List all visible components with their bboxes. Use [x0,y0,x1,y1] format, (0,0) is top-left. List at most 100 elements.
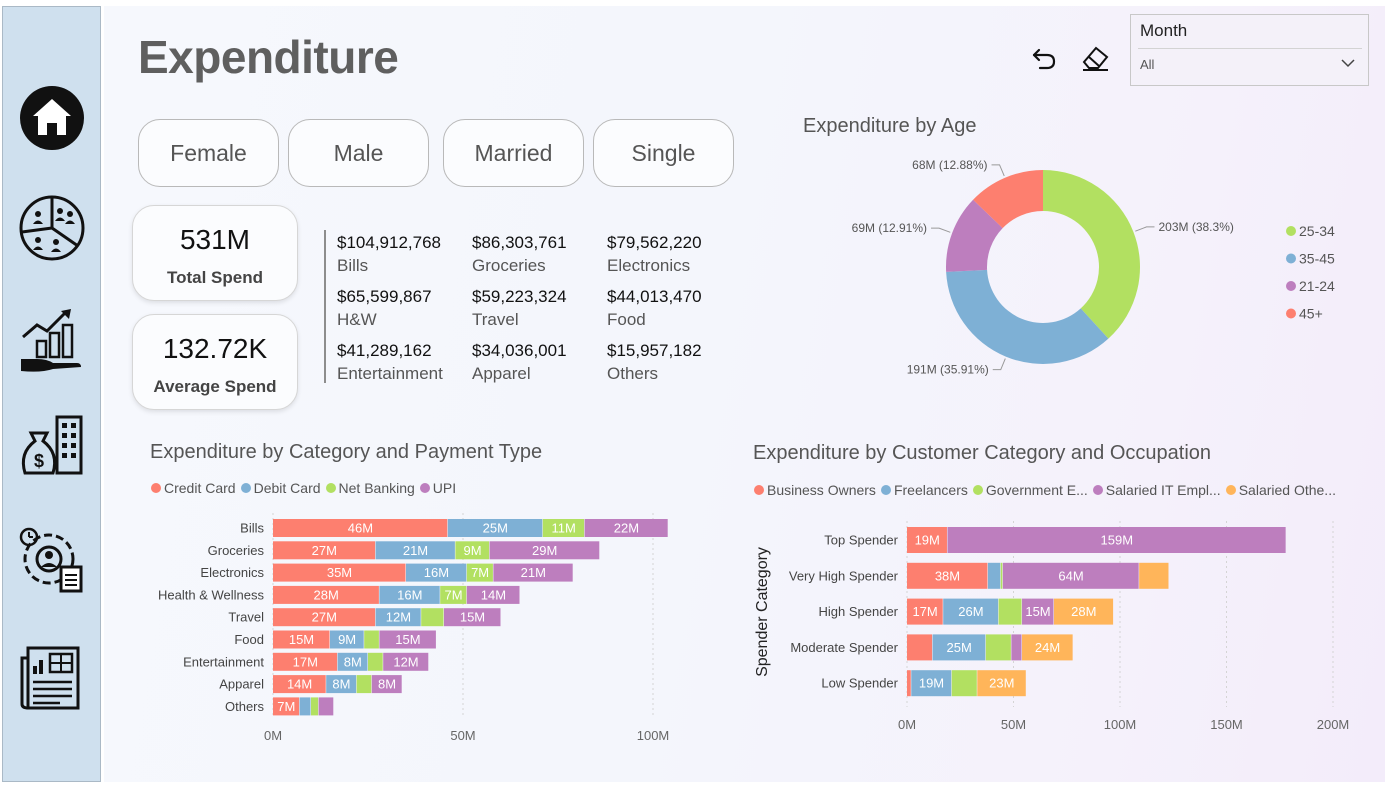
nav-settings-report[interactable] [17,525,87,595]
category-amount: $34,036,001 [472,341,567,360]
bar-segment [907,670,911,697]
chevron-down-icon [1341,59,1355,68]
y-tick-label: Groceries [208,543,265,558]
occupation-chart-legend: Business Owners Freelancers Government E..… [754,482,1341,498]
total-spend-card: 531M Total Spend [132,205,298,301]
month-dropdown-value: All [1140,57,1155,72]
y-axis-title: Spender Category [754,547,771,677]
occupation-bar-chart: 0M 50M 100M 150M 200M Top Spender 19M 159M Very … [754,521,1349,732]
bar-segment [1139,562,1169,589]
legend-item[interactable]: Debit Card [240,480,321,496]
average-spend-card: 132.72K Average Spend [132,314,298,410]
bar-data-label: 22M [614,521,639,536]
legend-item[interactable]: Business Owners [754,482,876,498]
bar-data-label: 15M [460,610,485,625]
month-dropdown[interactable]: All [1138,48,1362,78]
bar-data-label: 27M [312,543,337,558]
bar-data-label: 8M [344,654,362,669]
category-name: Entertainment [337,364,443,383]
legend-item[interactable]: Salaried Othe... [1225,482,1336,498]
category-amount: $59,223,324 [472,287,567,306]
legend-item[interactable]: UPI [419,480,456,496]
category-travel: $59,223,324 Travel [472,286,602,332]
y-tick-label: Food [234,632,264,647]
bar-data-label: 25M [947,640,972,655]
filter-single-button[interactable]: Single [593,119,734,187]
legend-label: Salaried Othe... [1238,482,1336,498]
bar-segment [987,562,1001,589]
x-tick-label: 150M [1210,717,1243,732]
nav-finance[interactable]: $ [17,413,87,483]
undo-button[interactable] [1028,42,1060,74]
legend-label: Government E... [985,482,1088,498]
legend-label: Business Owners [767,482,876,498]
category-name: H&W [337,310,377,329]
bar-data-label: 14M [481,587,506,602]
donut-data-label: 68M (12.88%) [912,158,987,172]
bar-data-label: 64M [1058,568,1083,583]
category-name: Groceries [472,256,546,275]
bar-segment [1000,562,1003,589]
legend-item[interactable]: Credit Card [151,480,236,496]
filter-female-button[interactable]: Female [138,119,279,187]
legend-label: 45+ [1299,306,1323,322]
legend-marker [880,485,891,495]
x-tick-label: 0M [898,717,916,732]
donut-data-label: 69M (12.91%) [852,221,927,235]
legend-label: Freelancers [893,482,968,498]
nav-home[interactable] [17,83,87,153]
bar-data-label: 16M [397,587,422,602]
category-name: Bills [337,256,369,275]
bar-data-label: 12M [393,654,418,669]
legend-marker [1286,308,1296,319]
legend-marker [1092,485,1103,495]
category-amount: $44,013,470 [607,287,702,306]
category-divider [324,230,326,383]
bar-data-label: 7M [471,565,489,580]
category-food: $44,013,470 Food [607,286,737,332]
nav-growth[interactable] [17,305,87,375]
bar-segment [311,697,319,716]
legend-item[interactable]: Net Banking [325,480,415,496]
bar-data-label: 7M [444,587,462,602]
bar-segment [364,630,379,649]
age-chart-title: Expenditure by Age [803,115,977,137]
bar-data-label: 28M [314,587,339,602]
y-tick-label: High Spender [819,604,899,619]
legend-item[interactable]: Salaried IT Empl... [1092,482,1221,498]
bar-data-label: 11M [552,521,576,536]
nav-report[interactable] [17,643,87,713]
legend-label: Debit Card [253,480,321,496]
legend-marker [972,485,983,495]
category-name: Electronics [607,256,691,275]
bar-data-label: 26M [958,604,983,619]
legend-marker [1286,226,1296,236]
legend-label: 25-34 [1299,223,1335,239]
donut-data-label: 203M (38.3%) [1158,220,1233,234]
y-tick-label: Bills [240,521,264,536]
legend-item[interactable]: Government E... [972,482,1088,498]
bar-segment [299,697,311,716]
legend-label: 21-24 [1299,278,1335,294]
legend-label: Net Banking [338,480,415,496]
bar-data-label: 12M [386,610,411,625]
bar-data-label: 46M [348,521,373,536]
nav-demographics[interactable] [17,193,87,263]
bar-segment [318,697,334,716]
category-name: Travel [472,310,519,329]
filter-married-button[interactable]: Married [443,119,584,187]
bar-data-label: 8M [378,677,396,692]
legend-item[interactable]: Freelancers [880,482,968,498]
eraser-button[interactable] [1079,42,1111,74]
bar-segment [356,675,372,694]
bar-data-label: 7M [277,699,295,714]
filter-male-button[interactable]: Male [288,119,429,187]
category-groceries: $86,303,761 Groceries [472,232,602,278]
bar-data-label: 25M [483,521,508,536]
bar-data-label: 15M [395,632,420,647]
y-tick-label: Travel [228,610,264,625]
donut-slice-25-34 [1043,170,1140,339]
total-spend-value: 531M [179,224,251,255]
average-spend-value: 132.72K [162,333,268,364]
bar-segment [951,670,977,697]
